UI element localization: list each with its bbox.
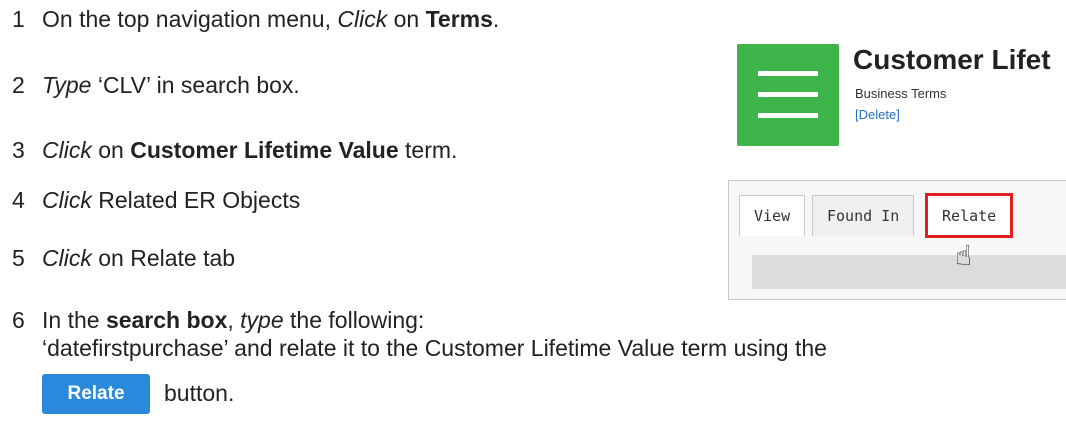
tab-relate[interactable]: Relate bbox=[924, 193, 1014, 238]
menu-icon bbox=[737, 44, 839, 146]
step-text: Click on Customer Lifetime Value term. bbox=[42, 137, 458, 163]
step-text: ‘datefirstpurchase’ and relate it to the… bbox=[42, 335, 827, 361]
ui-screenshot: Customer Lifet Business Terms [Delete] V… bbox=[723, 30, 1066, 300]
term-title: Customer Lifet bbox=[853, 44, 1051, 75]
delete-link[interactable]: [Delete] bbox=[855, 107, 900, 122]
step-text: Type ‘CLV’ in search box. bbox=[42, 72, 300, 98]
hand-cursor-icon: ☝ bbox=[955, 240, 973, 271]
step-number: 2 bbox=[12, 72, 25, 98]
step-number: 4 bbox=[12, 187, 25, 213]
step-text: Click Related ER Objects bbox=[42, 187, 301, 213]
button-suffix-text: button. bbox=[164, 380, 235, 406]
relate-button[interactable]: Relate bbox=[42, 374, 150, 414]
step-number: 5 bbox=[12, 245, 25, 271]
step-text: In the search box, type the following: bbox=[42, 307, 425, 333]
tab-found-in[interactable]: Found In bbox=[812, 195, 915, 236]
tab-bar: View Found In Relate ☝ bbox=[728, 180, 1066, 300]
tab-view[interactable]: View bbox=[739, 195, 806, 236]
step-text: On the top navigation menu, Click on Ter… bbox=[42, 6, 500, 32]
step-text: Click on Relate tab bbox=[42, 245, 236, 271]
step-number: 3 bbox=[12, 137, 25, 163]
tab-content-area bbox=[752, 255, 1066, 289]
step-number: 6 bbox=[12, 307, 25, 333]
term-subtitle: Business Terms bbox=[855, 86, 947, 101]
step-number: 1 bbox=[12, 6, 25, 32]
